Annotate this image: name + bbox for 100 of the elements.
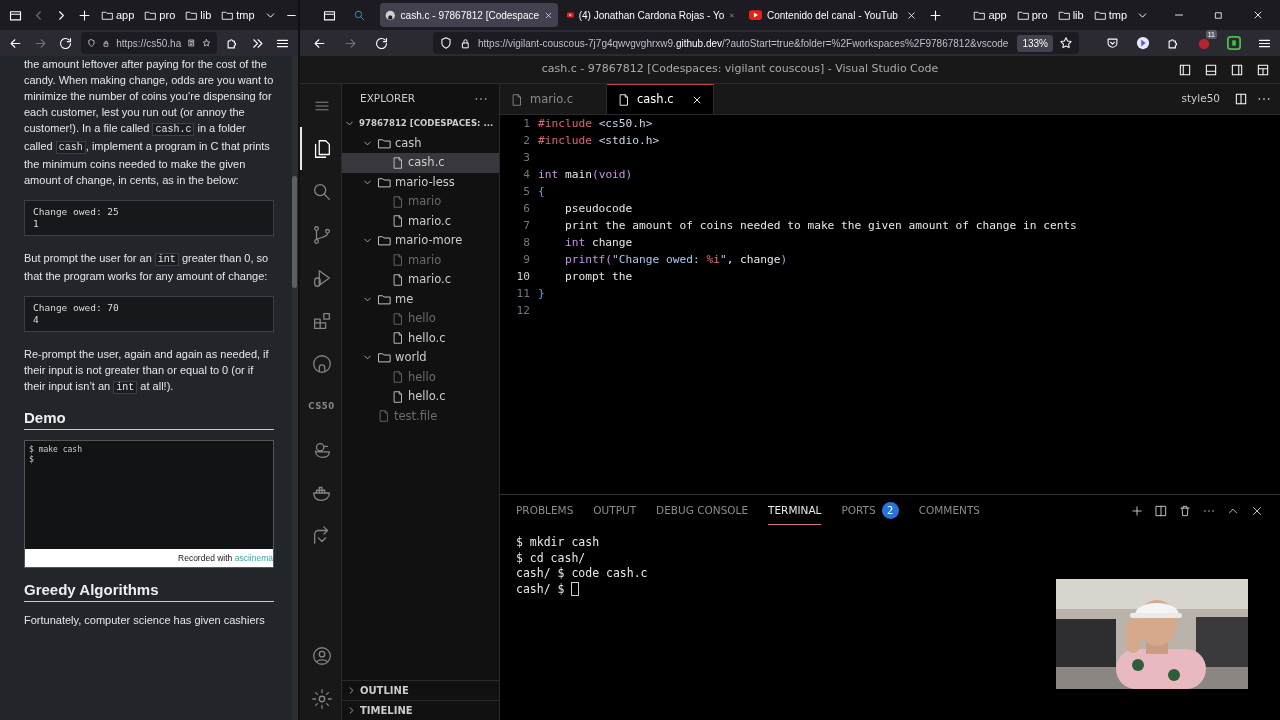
browser-tab[interactable]: Contenido del canal - YouTub <box>744 3 922 27</box>
layout-icon[interactable] <box>1256 62 1270 77</box>
new-tab-icon[interactable] <box>77 7 92 23</box>
file-item[interactable]: cash.c <box>342 153 499 173</box>
shield-icon[interactable] <box>439 36 453 50</box>
bookmark-button[interactable]: tmp <box>218 5 258 25</box>
file-icon <box>391 311 405 326</box>
split-editor-icon[interactable] <box>1234 92 1248 106</box>
address-bar[interactable]: https://vigilant-couscous-7j7g4qwvgvghrxw9.github.dev/?autoStart=true&folder=%2Fworkspaces%2F97867812&vscode 133% <box>433 32 1079 54</box>
code-line: } <box>538 286 545 303</box>
line-number: 2 <box>522 133 531 150</box>
file-item[interactable]: mario <box>342 250 499 270</box>
paragraph: Re-prompt the user, again and again as needed, if their input is not greater than or equal to 0 (or if their input isn’t an int at all!). <box>24 347 270 396</box>
layout-icon[interactable] <box>1204 62 1218 77</box>
reader-icon[interactable] <box>187 36 197 50</box>
file-item[interactable]: hello.c <box>342 328 499 348</box>
star-icon[interactable] <box>202 36 211 50</box>
search-icon[interactable] <box>353 8 366 22</box>
star-icon[interactable] <box>1059 36 1073 50</box>
folder-icon <box>377 233 392 249</box>
reload-icon[interactable] <box>374 35 389 51</box>
file-item[interactable]: hello.c <box>342 387 499 407</box>
url-text: https://vigilant-couscous-7j7g4qwvgvghrxw9.github.dev/?autoStart=true&folder=%2Fworkspaces%2F97867812&vscode <box>478 36 1010 51</box>
line-number: 12 <box>515 303 531 320</box>
code-block: Change owed: 25 1 <box>24 200 274 236</box>
file-item[interactable]: mario.c <box>342 270 499 290</box>
file-item[interactable]: mario.c <box>342 211 499 231</box>
window-title: cash.c - 97867812 [Codespaces: vigilant couscous] - Visual Studio Code <box>540 61 940 78</box>
profile-icon[interactable] <box>1136 36 1150 50</box>
zoom-level[interactable]: 133% <box>1017 34 1053 52</box>
folder-item[interactable]: world <box>342 348 499 368</box>
bookmark-button[interactable]: app <box>98 5 138 25</box>
file-item[interactable]: hello <box>342 309 499 329</box>
file-icon <box>391 253 405 268</box>
line-number: 10 <box>515 269 531 286</box>
bookmark-button[interactable]: lib <box>1054 5 1087 25</box>
bookmark-button[interactable]: lib <box>182 5 215 25</box>
line-number: 9 <box>522 252 531 269</box>
github-icon[interactable] <box>310 352 333 375</box>
code-line: printf("Change owed: %i", change) <box>563 252 788 269</box>
section-heading: Demo <box>24 410 274 430</box>
address-bar[interactable]: https://cs50.ha <box>81 32 217 54</box>
pocket-icon[interactable] <box>1105 35 1120 51</box>
addon-icon[interactable] <box>1227 36 1241 50</box>
panel-tab[interactable]: PROBLEMS <box>516 496 574 526</box>
panel-tab[interactable]: TERMINAL <box>768 496 822 526</box>
line-number: 11 <box>515 286 531 303</box>
folder-item[interactable]: cash <box>342 133 499 153</box>
editor-tab[interactable]: cash.c <box>607 84 714 114</box>
terminal-line: $ mkdir cash <box>516 535 600 551</box>
file-item[interactable]: hello <box>342 367 499 387</box>
file-item[interactable]: test.file <box>342 406 499 426</box>
panel-tab[interactable]: OUTPUT <box>593 496 637 526</box>
new-tab-icon[interactable] <box>928 7 943 23</box>
url-text: https://cs50.ha <box>116 36 182 51</box>
section-header[interactable]: OUTLINE <box>342 680 499 700</box>
browser-tab[interactable]: (4) Jonathan Cardona Rojas - Yo <box>562 3 740 27</box>
video-icon <box>567 10 574 20</box>
code-line: #include <cs50.h> <box>538 116 653 133</box>
trash-icon[interactable] <box>1178 504 1192 518</box>
lock-icon[interactable] <box>459 36 472 50</box>
split-terminal-icon[interactable] <box>1154 504 1168 518</box>
browser-tab[interactable]: cash.c - 97867812 [Codespace <box>380 3 558 27</box>
folder-item[interactable]: me <box>342 289 499 309</box>
bookmark-button[interactable]: pro <box>141 5 179 25</box>
style-button[interactable]: style50 <box>1181 91 1220 107</box>
close-icon[interactable] <box>1252 9 1264 21</box>
terminal-player[interactable]: $ make cash $ Recorded with asciinema <box>24 440 274 568</box>
player-text: $ make cash $ <box>28 444 83 466</box>
settings-icon[interactable] <box>310 687 333 710</box>
paragraph: But prompt the user for an int greater than 0, so that the program works for any amount of change: <box>24 251 270 284</box>
account-icon[interactable] <box>310 644 333 667</box>
file-icon <box>391 155 405 170</box>
section-header[interactable]: TIMELINE <box>342 700 499 720</box>
shield-icon[interactable] <box>87 36 96 50</box>
code-line: print the amount of coins needed to make the given amount of change in cents <box>563 218 1077 235</box>
close-icon[interactable] <box>906 9 917 21</box>
workspace-item[interactable]: 97867812 [CODESPACES: ... <box>342 114 499 134</box>
cs50-icon[interactable]: CS50 <box>308 400 335 413</box>
terminal-line: cash/ $ code cash.c <box>516 566 648 582</box>
panel-tab[interactable]: PORTS 2 <box>841 496 899 526</box>
layout-icon[interactable] <box>1178 62 1192 77</box>
line-number: 1 <box>522 116 531 133</box>
code-line: { <box>538 184 545 201</box>
bookmark-button[interactable]: pro <box>1013 5 1051 25</box>
layout-icon[interactable] <box>1230 62 1244 77</box>
panel-tab[interactable]: DEBUG CONSOLE <box>656 496 749 526</box>
file-item[interactable]: mario <box>342 192 499 212</box>
sidebar-title: EXPLORER <box>360 91 416 107</box>
folder-item[interactable]: mario-more <box>342 231 499 251</box>
maximize-icon[interactable] <box>1213 9 1224 21</box>
reload-icon[interactable] <box>58 35 73 51</box>
panel-tab[interactable]: COMMENTS <box>918 496 980 526</box>
file-icon <box>617 92 631 107</box>
scrollbar-thumb[interactable] <box>292 176 297 288</box>
bookmark-button[interactable]: app <box>970 5 1010 25</box>
close-icon[interactable] <box>1250 504 1264 518</box>
bookmark-button[interactable]: tmp <box>1090 5 1130 25</box>
new-terminal-icon[interactable] <box>1130 504 1144 518</box>
folder-item[interactable]: mario-less <box>342 172 499 192</box>
